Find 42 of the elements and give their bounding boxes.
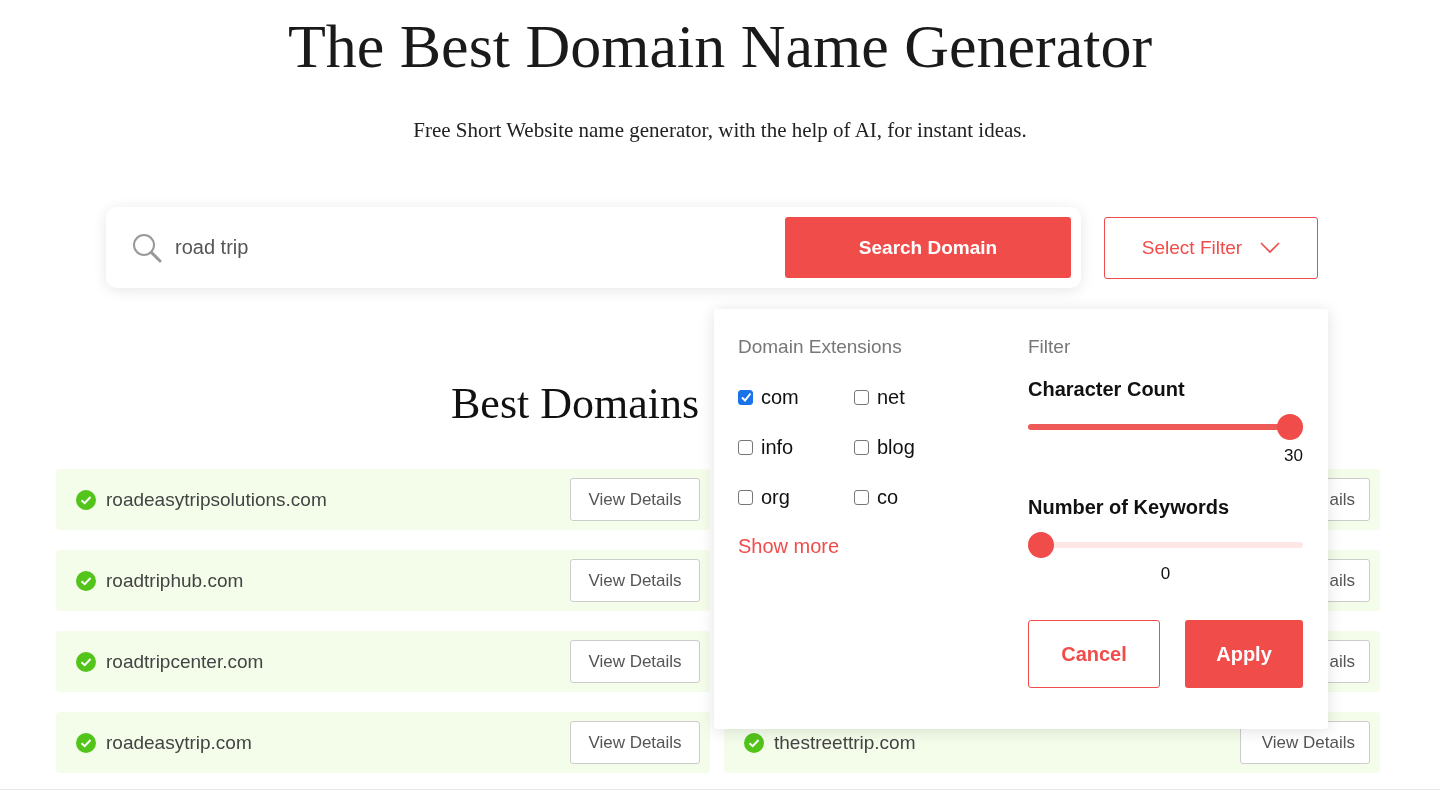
extension-option[interactable]: info: [738, 435, 854, 459]
slider-label: Number of Keywords: [1028, 495, 1231, 520]
page-title: The Best Domain Name Generator: [286, 11, 1154, 82]
slider-thumb[interactable]: [1277, 414, 1303, 440]
checkbox[interactable]: [854, 389, 869, 405]
view-details-button[interactable]: View Details: [570, 640, 700, 683]
checkbox[interactable]: [738, 489, 753, 505]
slider-track[interactable]: [1028, 532, 1303, 558]
checkbox[interactable]: [854, 489, 869, 505]
section-title: Filter: [1028, 335, 1072, 359]
checkbox[interactable]: [738, 439, 753, 455]
cancel-button[interactable]: Cancel: [1028, 620, 1160, 688]
apply-button[interactable]: Apply: [1185, 620, 1303, 688]
view-details-button[interactable]: View Details: [570, 721, 700, 764]
slider-value: 30: [1284, 446, 1303, 465]
domain-name: roadtripcenter.com: [106, 650, 265, 673]
slider-label: Character Count: [1028, 377, 1186, 402]
search-icon: [131, 231, 163, 264]
domain-name: roadtriphub.com: [106, 569, 245, 592]
view-details-button[interactable]: View Details: [570, 559, 700, 602]
checkbox[interactable]: [854, 439, 869, 455]
domain-name: thestreettrip.com: [774, 731, 917, 754]
chevron-down-icon: [1260, 241, 1281, 254]
extension-option[interactable]: net: [854, 385, 974, 409]
search-button[interactable]: Search Domain: [785, 217, 1071, 278]
domain-name: roadeasytrip.com: [106, 731, 253, 754]
page-subtitle: Free Short Website name generator, with the help of AI, for instant ideas.: [412, 118, 1028, 143]
view-details-button[interactable]: View Details: [570, 478, 700, 521]
search-field[interactable]: road trip: [173, 235, 785, 260]
slider-thumb[interactable]: [1028, 532, 1054, 558]
slider-track[interactable]: [1028, 414, 1303, 440]
section-title: Domain Extensions: [738, 335, 903, 359]
domain-name: roadeasytripsolutions.com: [106, 488, 328, 511]
checkbox[interactable]: [738, 389, 753, 405]
extension-option[interactable]: blog: [854, 435, 974, 459]
results-heading: Best Domains: [451, 378, 700, 430]
extension-option[interactable]: org: [738, 485, 854, 509]
select-filter-button[interactable]: Select Filter: [1104, 216, 1318, 279]
extension-option[interactable]: com: [738, 385, 854, 409]
extension-option[interactable]: co: [854, 485, 974, 509]
show-more-link[interactable]: Show more: [738, 535, 840, 558]
slider-value: 0: [1160, 564, 1171, 583]
